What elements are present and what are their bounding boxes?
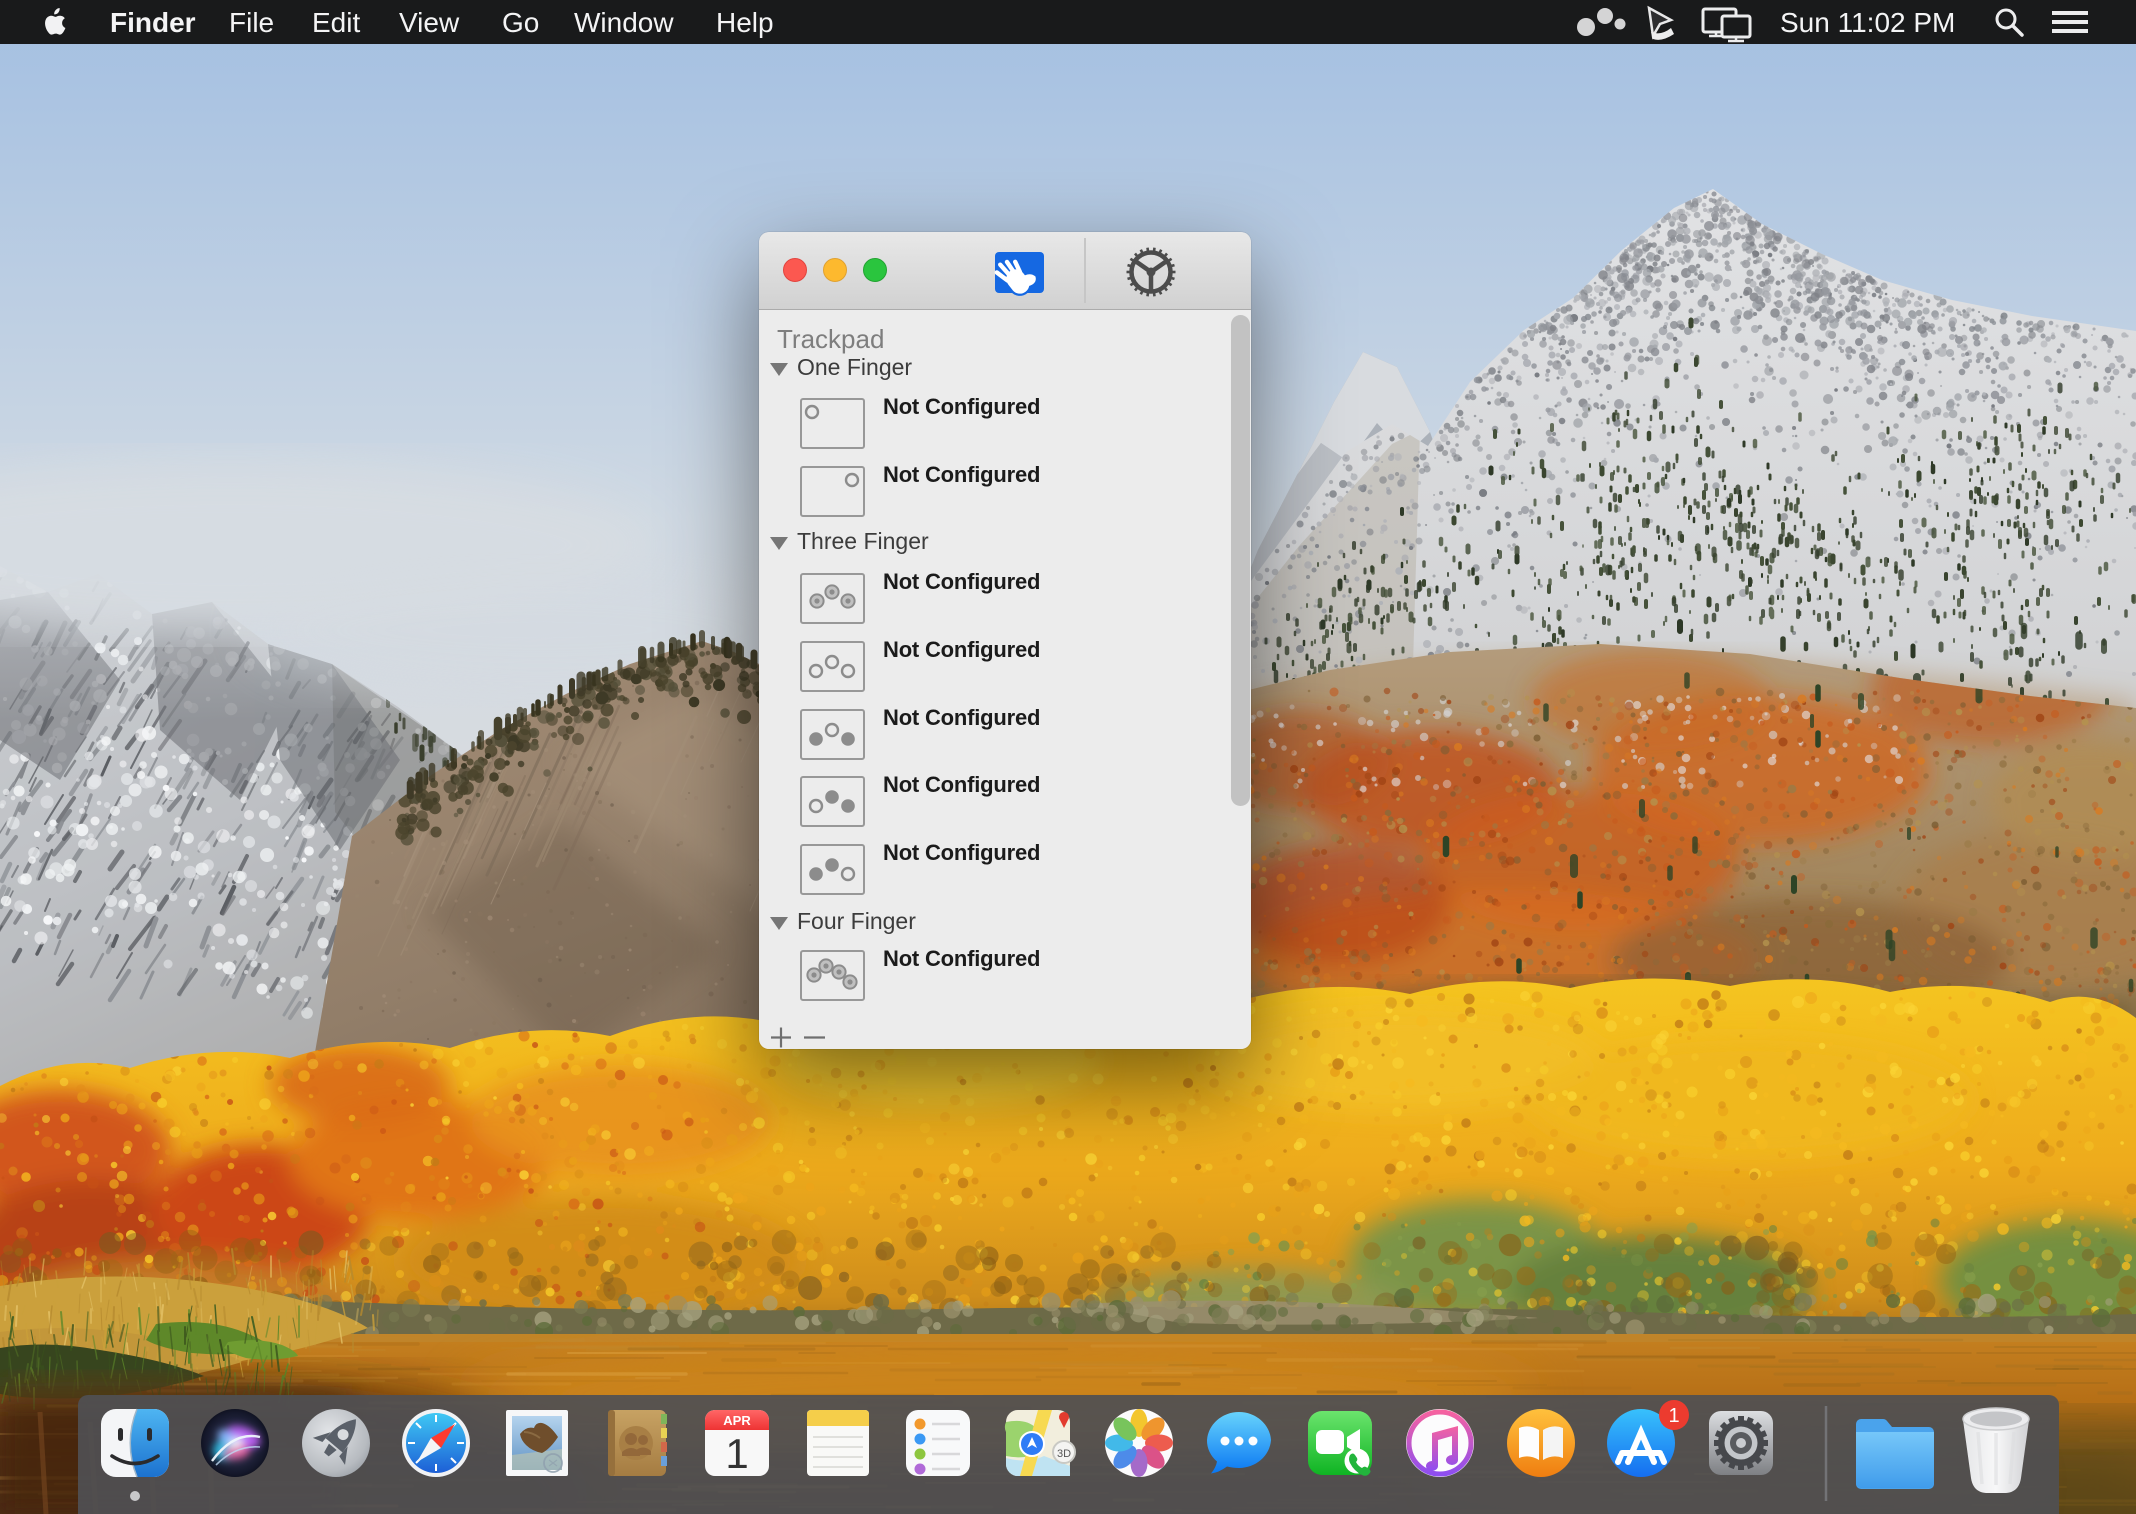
svg-text:3D: 3D bbox=[1057, 1448, 1071, 1460]
svg-text:1: 1 bbox=[1668, 1405, 1679, 1427]
svg-text:APR: APR bbox=[723, 1413, 751, 1428]
svg-text:1: 1 bbox=[725, 1430, 748, 1477]
